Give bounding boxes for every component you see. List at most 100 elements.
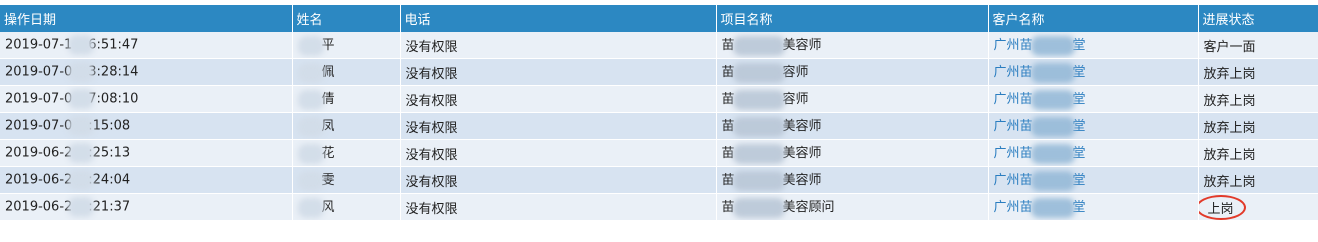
cell-name: 凤 — [292, 112, 401, 140]
project-suffix: 美容师 — [782, 119, 822, 135]
redacted-blur — [297, 35, 324, 56]
status-text: 放弃上岗 — [1203, 120, 1256, 136]
redacted-blur — [1030, 116, 1075, 137]
cell-phone: 没有权限 — [400, 112, 717, 140]
cell-project: 苗美容师 — [716, 166, 989, 194]
cell-status: 放弃上岗 — [1198, 112, 1318, 140]
customer-link[interactable]: 广州苗堂 — [993, 197, 1086, 218]
date-suffix: 7:08:10 — [88, 91, 139, 107]
col-header-date[interactable]: 操作日期 — [0, 5, 293, 32]
cell-customer[interactable]: 广州苗堂 — [988, 139, 1199, 167]
table-row[interactable]: 2019-06-2:24:04 雯 没有权限 苗美容师 广州苗堂 放弃上岗 — [0, 166, 1318, 194]
project-suffix: 美容顾问 — [782, 200, 835, 216]
cell-status: 客户一面 — [1198, 32, 1318, 59]
col-header-phone[interactable]: 电话 — [400, 5, 717, 32]
cell-status: 放弃上岗 — [1198, 58, 1318, 86]
cell-name: 风 — [292, 193, 401, 221]
redacted-blur — [732, 89, 785, 110]
cell-project: 苗美容师 — [716, 139, 989, 167]
customer-link[interactable]: 广州苗堂 — [993, 35, 1086, 56]
customer-link[interactable]: 广州苗堂 — [993, 170, 1086, 191]
cell-project: 苗容师 — [716, 85, 989, 113]
phone-text: 没有权限 — [405, 174, 458, 190]
project-suffix: 容师 — [782, 65, 809, 81]
cell-phone: 没有权限 — [400, 32, 717, 59]
table-row[interactable]: 2019-06-2 :21:37 风 没有权限 苗美容顾问 广州苗堂 上岗 — [0, 193, 1318, 221]
status-text: 放弃上岗 — [1203, 66, 1256, 82]
customer-link[interactable]: 广州苗堂 — [994, 62, 1086, 83]
customer-text: 广州苗 — [993, 173, 1033, 189]
customer-link[interactable]: 广州苗堂 — [993, 89, 1086, 110]
date-suffix: 3:28:14 — [88, 64, 139, 80]
customer-text: 广州苗 — [993, 38, 1033, 54]
cell-date: 2019-07-0 3:28:14 — [0, 58, 293, 86]
cell-customer[interactable]: 广州苗堂 — [988, 32, 1199, 59]
phone-text: 没有权限 — [405, 66, 458, 82]
date-prefix: 2019-07-0 — [5, 91, 73, 107]
cell-customer[interactable]: 广州苗堂 — [988, 112, 1199, 140]
table-row[interactable]: 2019-06-2:25:13 花 没有权限 苗美容师 广州苗堂 放弃上岗 — [0, 139, 1318, 167]
col-header-status[interactable]: 进展状态 — [1198, 5, 1318, 32]
redacted-blur — [732, 170, 785, 191]
cell-project: 苗容师 — [716, 58, 989, 86]
customer-link[interactable]: 广州苗堂 — [994, 143, 1086, 164]
table-row[interactable]: 2019-07-0 7:08:10 倩 没有权限 苗容师 广州苗堂 放弃上岗 — [0, 85, 1318, 113]
cell-project: 苗美容师 — [716, 112, 989, 140]
customer-text: 广州苗 — [993, 200, 1033, 216]
redacted-blur — [68, 62, 95, 82]
redacted-blur — [732, 143, 785, 164]
status-text: 客户一面 — [1203, 39, 1256, 55]
cell-customer[interactable]: 广州苗堂 — [988, 193, 1199, 221]
date-suffix: 6:51:47 — [88, 37, 139, 53]
records-table: 操作日期 姓名 电话 项目名称 客户名称 进展状态 2019-07-1 6:51:… — [0, 5, 1318, 221]
cell-name: 平 — [292, 32, 401, 59]
table-header-row: 操作日期 姓名 电话 项目名称 客户名称 进展状态 — [0, 5, 1318, 32]
cell-date: 2019-06-2:25:13 — [0, 139, 293, 167]
cell-phone: 没有权限 — [400, 85, 717, 113]
date-prefix: 2019-06-2 — [5, 145, 73, 161]
redacted-blur — [1030, 197, 1075, 218]
customer-text: 广州苗 — [993, 119, 1033, 135]
cell-name: 花 — [292, 139, 401, 167]
project-suffix: 美容师 — [782, 146, 822, 162]
phone-text: 没有权限 — [405, 120, 458, 136]
phone-text: 没有权限 — [405, 39, 458, 55]
phone-text: 没有权限 — [405, 201, 458, 217]
cell-name: 雯 — [292, 166, 401, 194]
col-header-project[interactable]: 项目名称 — [716, 5, 989, 32]
status-text: 上岗 — [1207, 201, 1234, 217]
col-header-customer[interactable]: 客户名称 — [988, 5, 1199, 32]
table-row[interactable]: 2019-07-1 6:51:47 平 没有权限 苗美容师 广州苗堂 客户一面 — [0, 32, 1318, 59]
cell-customer[interactable]: 广州苗堂 — [988, 85, 1199, 113]
status-highlight-circle: 上岗 — [1198, 194, 1246, 220]
cell-status: 放弃上岗 — [1198, 166, 1318, 194]
cell-status: 放弃上岗 — [1198, 139, 1318, 167]
cell-phone: 没有权限 — [400, 58, 717, 86]
redacted-blur — [68, 170, 95, 190]
redacted-blur — [1030, 89, 1075, 110]
date-prefix: 2019-07-1 — [5, 37, 73, 53]
customer-link[interactable]: 广州苗堂 — [993, 116, 1086, 137]
redacted-blur — [297, 143, 324, 164]
cell-customer[interactable]: 广州苗堂 — [988, 166, 1199, 194]
redacted-blur — [1030, 35, 1075, 56]
project-suffix: 容师 — [782, 92, 809, 108]
redacted-blur — [68, 35, 95, 55]
cell-customer[interactable]: 广州苗堂 — [988, 58, 1199, 86]
customer-text: 广州苗 — [993, 92, 1033, 108]
status-text: 放弃上岗 — [1203, 93, 1256, 109]
redacted-blur — [1030, 170, 1075, 191]
table-row[interactable]: 2019-07-0 3:28:14 佩 没有权限 苗容师 广州苗堂 放弃上岗 — [0, 58, 1318, 86]
redacted-blur — [1030, 143, 1075, 164]
date-prefix: 2019-06-2 — [5, 199, 73, 215]
redacted-blur — [68, 197, 95, 217]
redacted-blur — [732, 35, 785, 56]
table-row[interactable]: 2019-07-0:15:08 凤 没有权限 苗美容师 广州苗堂 放弃上岗 — [0, 112, 1318, 140]
cell-status: 上岗 — [1198, 193, 1318, 221]
redacted-blur — [68, 89, 95, 109]
redacted-blur — [68, 116, 95, 136]
cell-project: 苗美容顾问 — [716, 193, 989, 221]
redacted-blur — [732, 116, 785, 137]
col-header-name[interactable]: 姓名 — [292, 5, 401, 32]
date-suffix: :21:37 — [88, 199, 131, 215]
